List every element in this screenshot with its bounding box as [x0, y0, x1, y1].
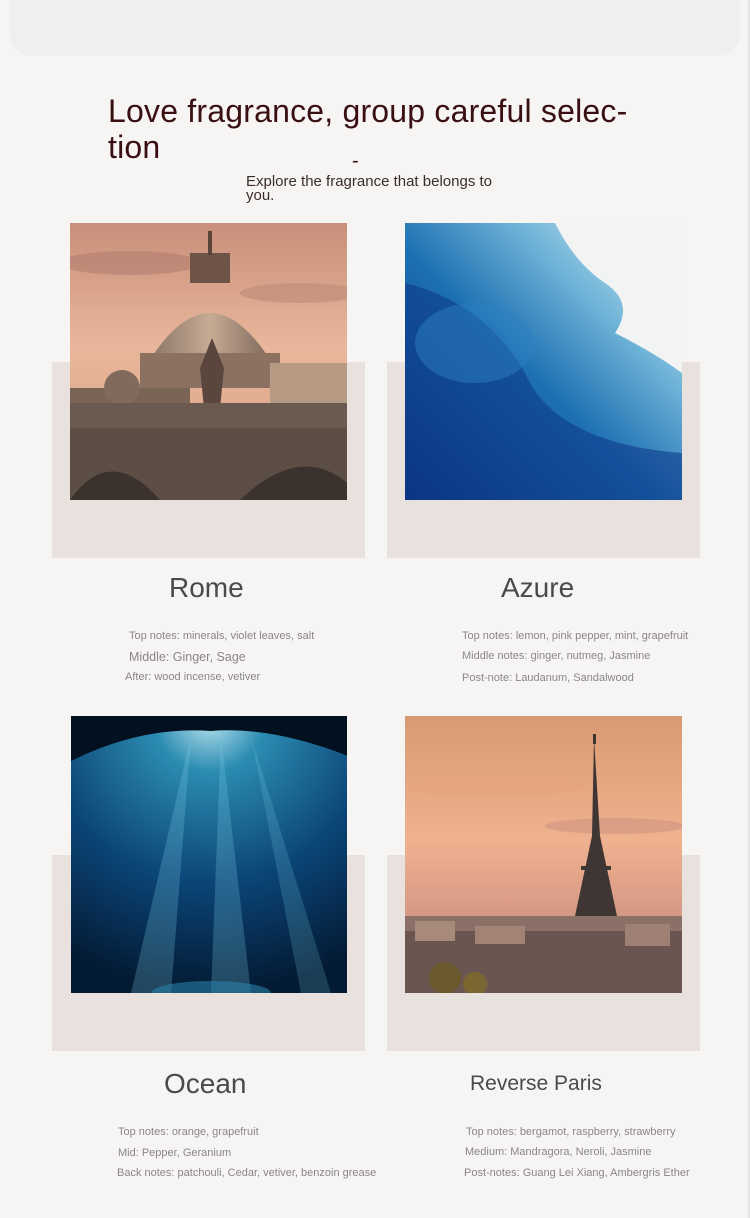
page-subtitle: Explore the fragrance that belongs to yo…	[246, 173, 492, 204]
underwater-light-photo	[71, 716, 347, 993]
title-dash: -	[352, 150, 359, 172]
product-name: Azure	[501, 572, 575, 603]
rome-dome-photo	[70, 223, 347, 500]
page-title: Love fragrance, group careful selec- tio…	[108, 93, 628, 165]
eiffel-tower-photo	[405, 716, 682, 993]
middle-notes: Medium: Mandragora, Neroli, Jasmine	[465, 1146, 652, 1158]
top-notes: Top notes: orange, grapefruit	[118, 1126, 259, 1138]
top-notes: Top notes: lemon, pink pepper, mint, gra…	[462, 630, 689, 642]
middle-notes: Middle notes: ginger, nutmeg, Jasmine	[462, 650, 651, 662]
product-name: Rome	[169, 572, 244, 603]
base-notes: Post-note: Laudanum, Sandalwood	[462, 672, 634, 684]
base-notes: Post-notes: Guang Lei Xiang, Ambergris E…	[464, 1167, 690, 1179]
base-notes: After: wood incense, vetiver	[125, 671, 261, 683]
product-name: Ocean	[164, 1068, 247, 1099]
top-banner	[10, 0, 740, 56]
top-notes: Top notes: minerals, violet leaves, salt	[129, 630, 315, 642]
base-notes: Back notes: patchouli, Cedar, vetiver, b…	[117, 1167, 377, 1179]
product-name: Reverse Paris	[470, 1072, 602, 1095]
middle-notes: Middle: Ginger, Sage	[129, 650, 246, 664]
blue-watercolor-photo	[405, 223, 682, 500]
top-notes: Top notes: bergamot, raspberry, strawber…	[466, 1126, 676, 1138]
middle-notes: Mid: Pepper, Geranium	[118, 1147, 232, 1159]
